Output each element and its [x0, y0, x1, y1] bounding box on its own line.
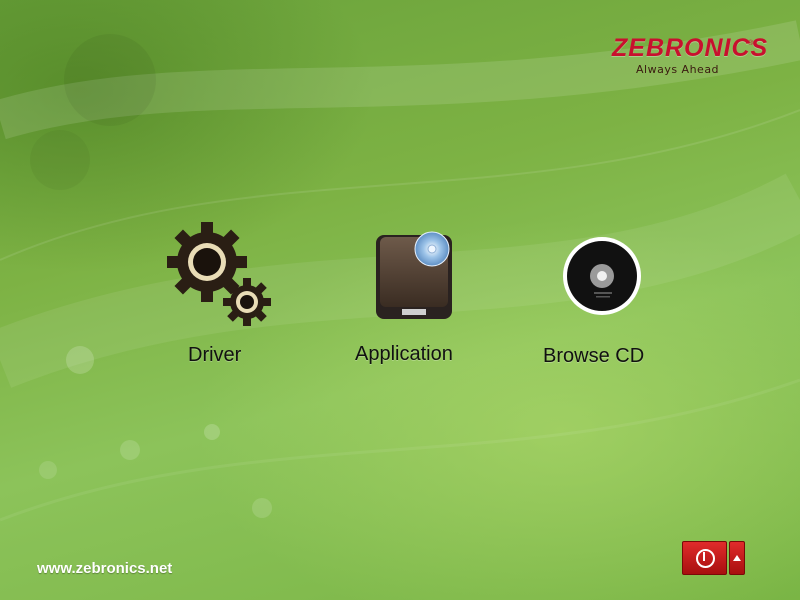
logo-brand-name: ZEBRONICS: [612, 34, 769, 62]
website-link[interactable]: www.zebronics.net: [37, 560, 172, 577]
driver-button[interactable]: Driver: [160, 220, 280, 370]
arrow-up-icon: [733, 555, 741, 561]
logo-tagline: Always Ahead: [636, 63, 720, 76]
browse-cd-label: Browse CD: [543, 345, 645, 367]
gears-icon: [167, 222, 271, 326]
zebronics-logo: ZEBRONICS ® Always Ahead: [612, 34, 767, 80]
power-button[interactable]: [682, 541, 727, 575]
application-label: Application: [355, 343, 453, 365]
browse-cd-button[interactable]: Browse CD: [540, 232, 660, 382]
power-icon: [696, 549, 715, 568]
power-icon-bar: [703, 552, 705, 561]
driver-label: Driver: [188, 344, 242, 366]
drive-disc-icon: [376, 231, 452, 319]
options-arrow-button[interactable]: [729, 541, 745, 575]
application-button[interactable]: Application: [350, 225, 470, 375]
cd-icon: [563, 237, 641, 315]
logo-registered-mark: ®: [748, 40, 754, 47]
